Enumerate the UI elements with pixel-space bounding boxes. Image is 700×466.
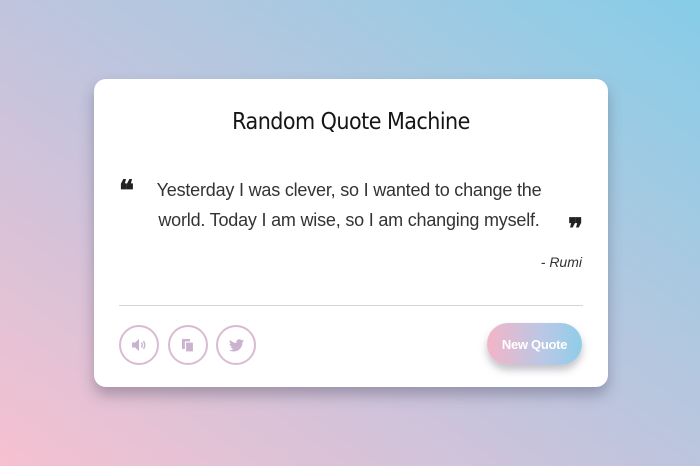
speak-button[interactable] (119, 325, 159, 365)
tweet-button[interactable] (216, 325, 256, 365)
quote-text: Yesterday I was clever, so I wanted to c… (156, 180, 542, 230)
close-quote-icon: ❞ (568, 212, 584, 245)
copy-button[interactable] (168, 325, 208, 365)
new-quote-button[interactable]: New Quote (487, 323, 582, 365)
quote-author: - Rumi (540, 254, 582, 270)
page-title: Random Quote Machine (232, 109, 470, 135)
copy-icon (182, 338, 195, 353)
twitter-icon (228, 338, 244, 351)
open-quote-icon: ❝ (119, 174, 135, 207)
quote-card: Random Quote Machine ❝ Yesterday I was c… (94, 79, 608, 387)
volume-icon (132, 339, 146, 351)
divider (119, 305, 583, 306)
